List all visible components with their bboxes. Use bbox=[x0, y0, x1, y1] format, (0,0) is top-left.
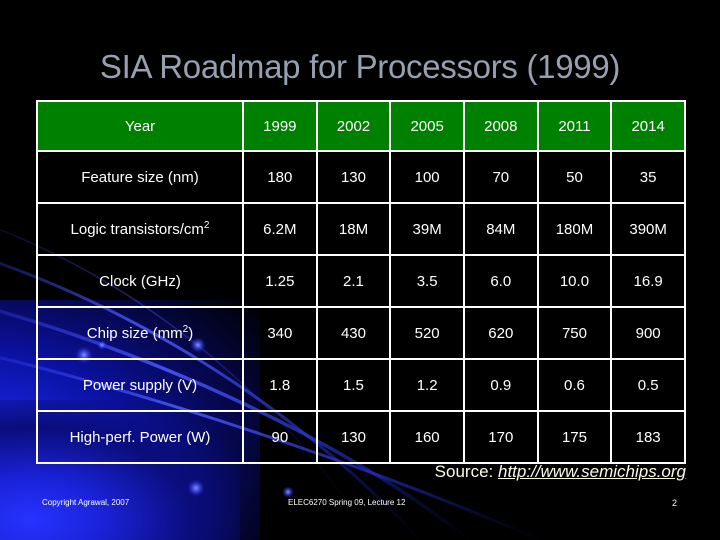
data-cell: 39M bbox=[389, 202, 465, 256]
header-cell-2014: 2014 bbox=[610, 100, 686, 152]
data-cell: 0.6 bbox=[536, 358, 613, 412]
row-label-cell: Power supply (V) bbox=[36, 358, 244, 412]
table-row: Feature size (nm) 180 130 100 70 50 35 bbox=[36, 150, 686, 204]
data-cell: 390M bbox=[610, 202, 686, 256]
data-cell: 6.2M bbox=[242, 202, 318, 256]
data-cell: 900 bbox=[610, 306, 686, 360]
table-row: Clock (GHz) 1.25 2.1 3.5 6.0 10.0 16.9 bbox=[36, 254, 686, 308]
footer-copyright: Copyright Agrawal, 2007 bbox=[42, 498, 130, 507]
data-cell: 100 bbox=[389, 150, 465, 204]
table-row: Chip size (mm2) 340 430 520 620 750 900 bbox=[36, 306, 686, 360]
data-cell: 620 bbox=[462, 306, 539, 360]
data-cell: 10.0 bbox=[536, 254, 613, 308]
data-cell: 180M bbox=[536, 202, 613, 256]
data-cell: 0.5 bbox=[610, 358, 686, 412]
data-cell: 6.0 bbox=[462, 254, 539, 308]
slide: SIA Roadmap for Processors (1999) Year 1… bbox=[0, 0, 720, 540]
data-cell: 130 bbox=[315, 410, 392, 464]
page-title: SIA Roadmap for Processors (1999) bbox=[99, 48, 621, 85]
data-cell: 340 bbox=[242, 306, 318, 360]
data-cell: 1.5 bbox=[315, 358, 392, 412]
data-cell: 18M bbox=[315, 202, 392, 256]
data-cell: 160 bbox=[389, 410, 465, 464]
data-cell: 35 bbox=[610, 150, 686, 204]
data-cell: 430 bbox=[315, 306, 392, 360]
table-row: Power supply (V) 1.8 1.5 1.2 0.9 0.6 0.5 bbox=[36, 358, 686, 412]
data-cell: 90 bbox=[242, 410, 318, 464]
roadmap-table-container: Year 1999 2002 2005 2008 2011 2014 Featu… bbox=[36, 100, 686, 464]
data-cell: 1.25 bbox=[242, 254, 318, 308]
table-body: Feature size (nm) 180 130 100 70 50 35 Logic tr… bbox=[36, 150, 686, 464]
superscript: 2 bbox=[203, 219, 210, 231]
row-label-cell: Chip size (mm2) bbox=[36, 306, 244, 360]
header-cell-2002: 2002 bbox=[315, 100, 392, 152]
data-cell: 520 bbox=[389, 306, 465, 360]
data-cell: 180 bbox=[242, 150, 318, 204]
table-row: Logic transistors/cm2 6.2M 18M 39M 84M 180M 39… bbox=[36, 202, 686, 256]
data-cell: 0.9 bbox=[462, 358, 539, 412]
data-cell: 750 bbox=[536, 306, 613, 360]
data-cell: 84M bbox=[462, 202, 539, 256]
data-cell: 175 bbox=[536, 410, 613, 464]
data-cell: 170 bbox=[462, 410, 539, 464]
row-label-cell: Clock (GHz) bbox=[36, 254, 244, 308]
data-cell: 183 bbox=[610, 410, 686, 464]
data-cell: 130 bbox=[315, 150, 392, 204]
data-cell: 70 bbox=[462, 150, 539, 204]
data-cell: 2.1 bbox=[315, 254, 392, 308]
header-cell-year: Year bbox=[36, 100, 244, 152]
data-cell: 50 bbox=[536, 150, 613, 204]
header-cell-1999: 1999 bbox=[242, 100, 318, 152]
source-prefix: Source: bbox=[434, 462, 498, 481]
row-label-cell: High-perf. Power (W) bbox=[36, 410, 244, 464]
table-row: High-perf. Power (W) 90 130 160 170 175 183 bbox=[36, 410, 686, 464]
data-cell: 3.5 bbox=[389, 254, 465, 308]
header-cell-2008: 2008 bbox=[462, 100, 539, 152]
source-line: Source: http://www.semichips.org bbox=[0, 462, 686, 482]
footer-course: ELEC6270 Spring 09, Lecture 12 bbox=[288, 498, 406, 507]
header-cell-2005: 2005 bbox=[389, 100, 465, 152]
superscript: 2 bbox=[182, 323, 189, 335]
sia-roadmap-table: Year 1999 2002 2005 2008 2011 2014 Featu… bbox=[36, 100, 686, 464]
row-label-cell: Logic transistors/cm2 bbox=[36, 202, 244, 256]
header-cell-2011: 2011 bbox=[536, 100, 613, 152]
table-header-row: Year 1999 2002 2005 2008 2011 2014 bbox=[36, 100, 686, 152]
footer-page-number: 2 bbox=[672, 498, 678, 508]
data-cell: 16.9 bbox=[610, 254, 686, 308]
data-cell: 1.2 bbox=[389, 358, 465, 412]
table-head: Year 1999 2002 2005 2008 2011 2014 bbox=[36, 100, 686, 152]
row-label-cell: Feature size (nm) bbox=[36, 150, 244, 204]
source-url-link[interactable]: http://www.semichips.org bbox=[498, 462, 686, 481]
data-cell: 1.8 bbox=[242, 358, 318, 412]
